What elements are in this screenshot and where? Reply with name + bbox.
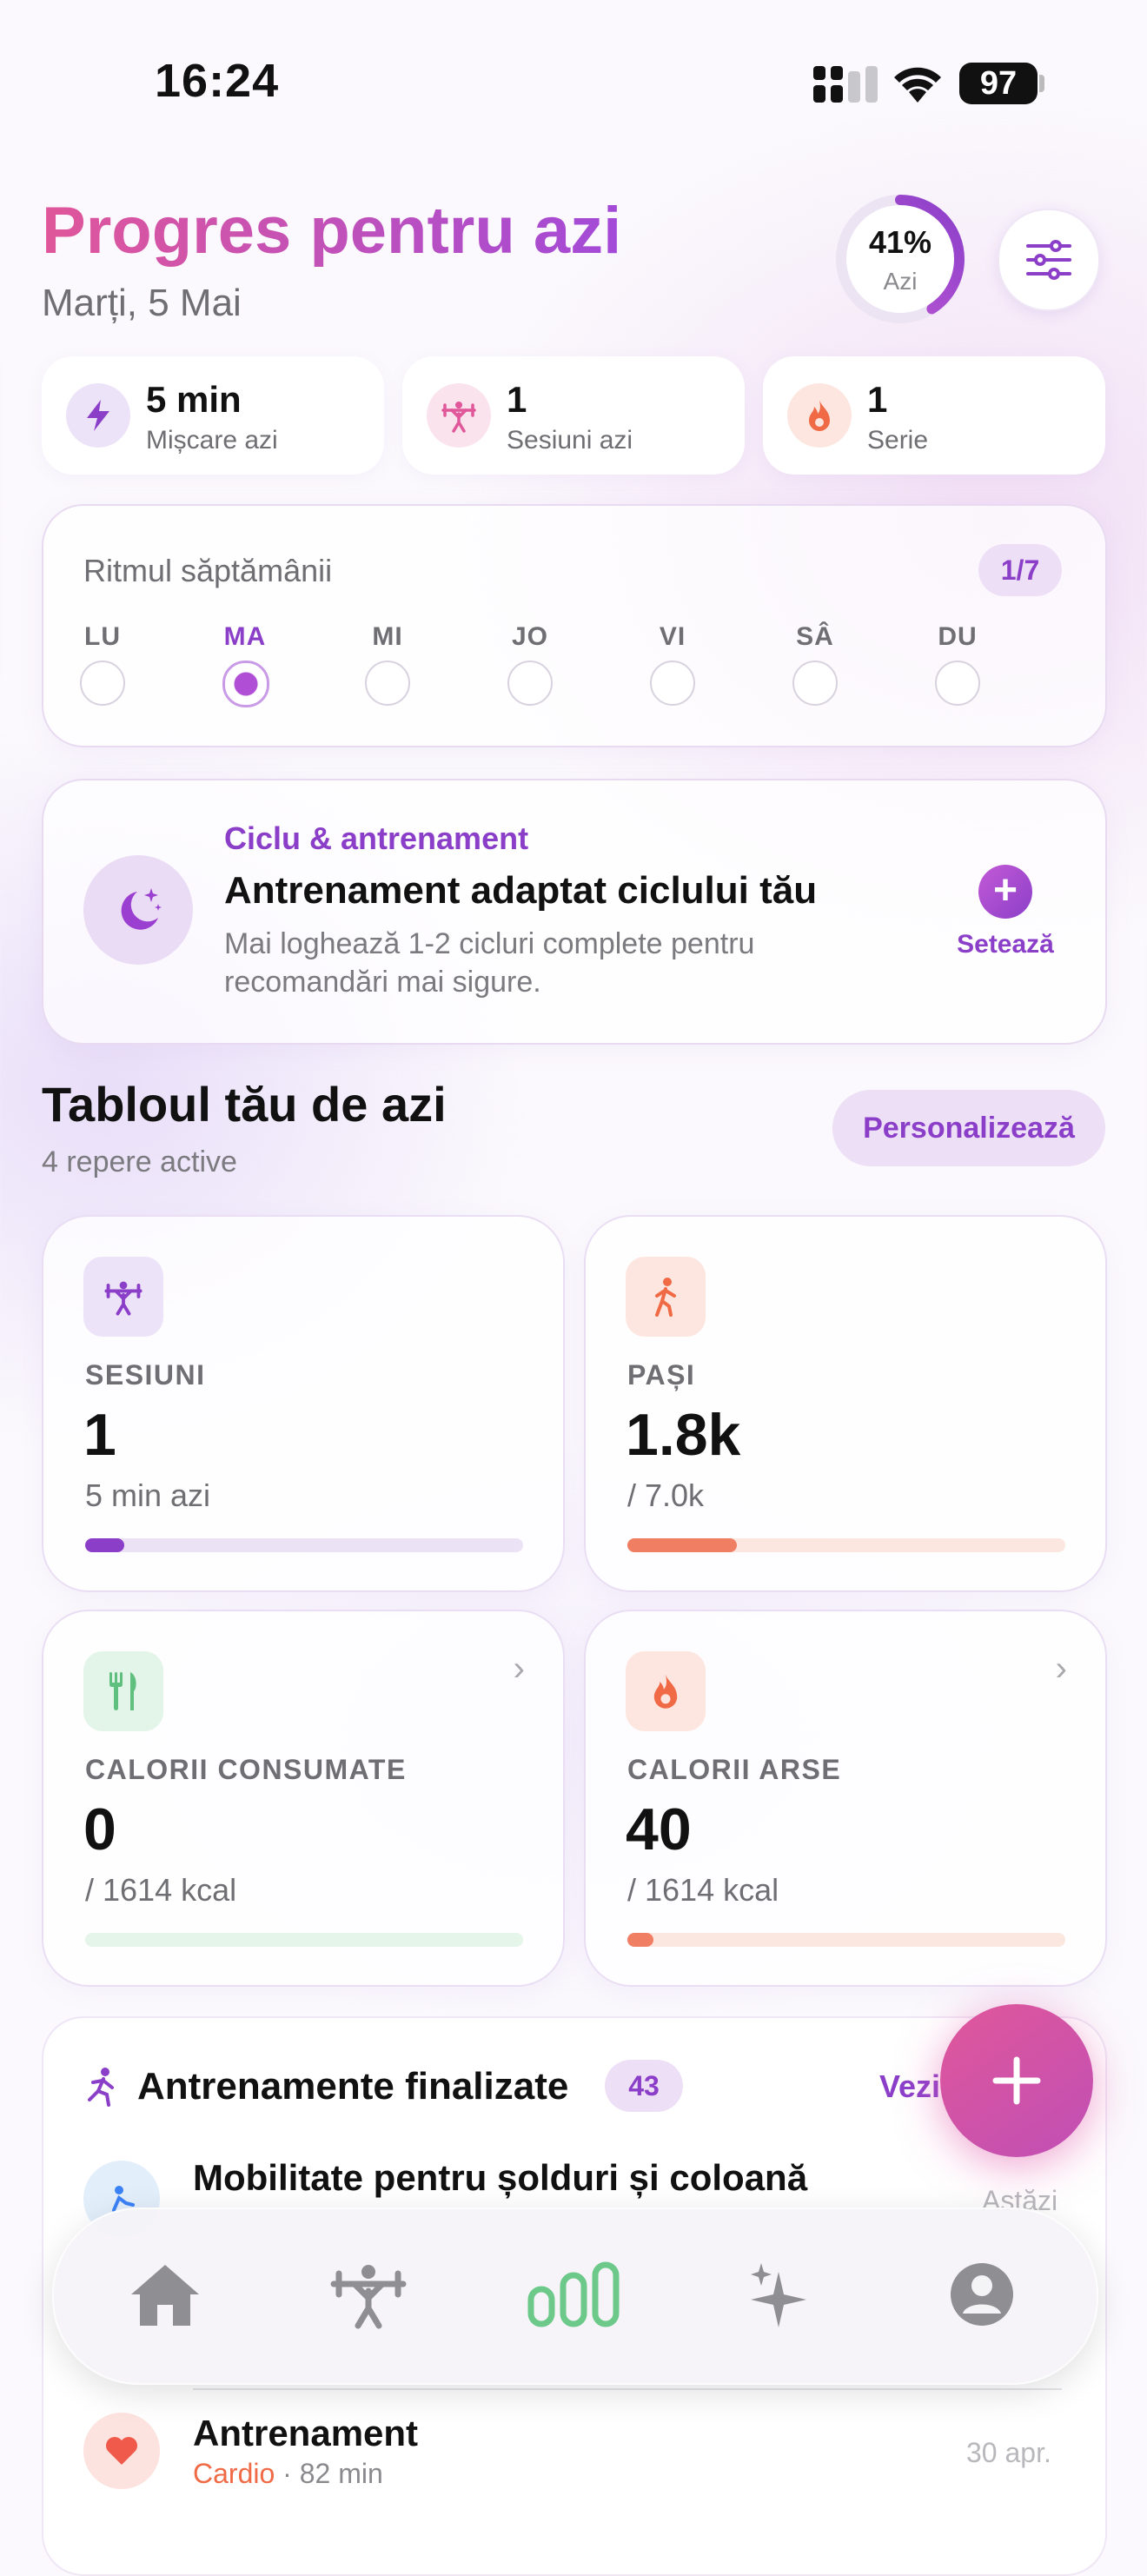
tile-label: CALORII CONSUMATE	[85, 1754, 407, 1785]
tile-value: 1	[83, 1402, 116, 1468]
cycle-tag: Ciclu & antrenament	[224, 820, 529, 856]
tile-subtext: / 1614 kcal	[627, 1872, 779, 1908]
running-icon	[83, 2067, 120, 2111]
tile-value: 1.8k	[626, 1402, 741, 1468]
workout-row-category: Cardio	[193, 2458, 275, 2489]
completed-workouts-title: Antrenamente finalizate	[137, 2065, 569, 2108]
day-indicator-0[interactable]	[80, 661, 125, 706]
stat-chip-sessions[interactable]: 1 Sesiuni azi	[402, 356, 745, 475]
dashboard-title: Tabloul tău de azi	[42, 1077, 447, 1132]
weekly-rhythm-title: Ritmul săptămânii	[83, 553, 333, 588]
day-label-2: MI	[372, 622, 403, 651]
completed-workouts-count: 43	[605, 2060, 683, 2112]
tab-workouts[interactable]	[308, 2251, 429, 2338]
flame-icon	[787, 383, 852, 448]
heart-icon	[83, 2413, 160, 2489]
day-indicator-5[interactable]	[792, 661, 838, 706]
tile-progress-bar	[627, 1933, 1065, 1947]
row-divider	[193, 2388, 1062, 2390]
fork-knife-icon	[83, 1651, 163, 1731]
day-indicator-1[interactable]	[222, 661, 269, 707]
tab-home[interactable]	[104, 2251, 226, 2338]
stat-chip-movement[interactable]: 5 min Mișcare azi	[42, 356, 384, 475]
dashboard-subtitle: 4 repere active	[42, 1145, 237, 1178]
day-label-4: VI	[659, 622, 686, 651]
status-time: 16:24	[155, 55, 280, 107]
home-icon	[131, 2265, 199, 2326]
day-indicator-6[interactable]	[935, 661, 980, 706]
sliders-icon	[1026, 240, 1071, 280]
page-title: Progres pentru azi	[42, 194, 622, 268]
stat-label: Serie	[867, 426, 929, 455]
tab-progress[interactable]	[513, 2251, 634, 2338]
stat-label: Mișcare azi	[146, 426, 278, 455]
stat-value: 5 min	[146, 379, 242, 420]
stat-value: 1	[867, 379, 888, 420]
tile-sessions[interactable]: SESIUNI 1 5 min azi	[42, 1215, 565, 1592]
day-label-0: LU	[84, 622, 121, 651]
weekly-rhythm-badge: 1/7	[978, 544, 1062, 596]
cycle-title: Antrenament adaptat ciclului tău	[224, 869, 818, 912]
day-indicator-2[interactable]	[365, 661, 410, 706]
stat-chip-streak[interactable]: 1 Serie	[763, 356, 1105, 475]
tile-value: 40	[626, 1796, 692, 1862]
chevron-right-icon: ›	[1055, 1650, 1067, 1688]
workout-row-name[interactable]: Mobilitate pentru șolduri și coloană	[193, 2157, 807, 2199]
chevron-right-icon: ›	[513, 1650, 525, 1688]
battery-nub	[1039, 75, 1044, 92]
battery-level: 97	[959, 63, 1038, 104]
filter-settings-button[interactable]	[998, 209, 1100, 311]
day-indicator-3[interactable]	[507, 661, 553, 706]
progress-icon	[527, 2261, 620, 2327]
page-date: Marți, 5 Mai	[42, 282, 242, 324]
tile-progress-bar	[85, 1933, 523, 1947]
wifi-icon	[892, 64, 944, 109]
tile-subtext: / 1614 kcal	[85, 1872, 237, 1908]
stat-label: Sesiuni azi	[507, 426, 633, 455]
workout-row-date: 30 apr.	[966, 2437, 1051, 2468]
stat-value: 1	[507, 379, 527, 420]
tile-calories-consumed[interactable]: › CALORII CONSUMATE 0 / 1614 kcal	[42, 1610, 565, 1987]
day-label-6: DU	[938, 622, 978, 651]
sparkle-icon	[751, 2263, 806, 2327]
tile-subtext: / 7.0k	[627, 1477, 705, 1513]
walking-icon	[626, 1257, 706, 1337]
see-all-link[interactable]: Vezi	[879, 2068, 940, 2105]
tile-label: CALORII ARSE	[627, 1754, 842, 1785]
day-indicator-4[interactable]	[650, 661, 695, 706]
tile-progress-bar	[85, 1538, 523, 1552]
workout-icon	[330, 2265, 407, 2329]
cycle-setup-label[interactable]: Setează	[952, 930, 1058, 959]
tile-label: SESIUNI	[85, 1359, 206, 1391]
day-label-3: JO	[511, 622, 549, 651]
add-fab-button[interactable]	[940, 2004, 1093, 2157]
tile-progress-bar	[627, 1538, 1065, 1552]
bolt-icon	[66, 383, 130, 448]
workout-row-name[interactable]: Antrenament	[193, 2413, 418, 2454]
signal-icon	[813, 66, 883, 107]
plus-icon	[992, 2056, 1041, 2105]
tile-subtext: 5 min azi	[85, 1477, 211, 1513]
tile-value: 0	[83, 1796, 116, 1862]
workout-row-meta: Cardio · 82 min	[193, 2458, 383, 2490]
customize-button[interactable]: Personalizează	[832, 1090, 1105, 1166]
day-label-1: MA	[223, 622, 267, 651]
tile-steps[interactable]: PAȘI 1.8k / 7.0k	[584, 1215, 1107, 1592]
weightlifting-icon	[427, 383, 491, 448]
weightlifting-icon	[83, 1257, 163, 1337]
profile-icon	[951, 2263, 1013, 2326]
cycle-description: Mai loghează 1-2 cicluri complete pentru…	[224, 927, 755, 999]
workout-row-duration: · 82 min	[282, 2458, 383, 2489]
ring-percent: 41%	[868, 224, 932, 260]
day-label-5: SÂ	[796, 622, 834, 651]
tile-calories-burned[interactable]: › CALORII ARSE 40 / 1614 kcal	[584, 1610, 1107, 1987]
moon-stars-icon	[83, 855, 193, 965]
flame-icon	[626, 1651, 706, 1731]
tab-ai[interactable]	[718, 2251, 839, 2338]
cycle-setup-plus-button[interactable]: +	[978, 865, 1032, 919]
tab-profile[interactable]	[921, 2251, 1043, 2338]
ring-label: Azi	[883, 268, 918, 295]
tile-label: PAȘI	[627, 1359, 696, 1391]
